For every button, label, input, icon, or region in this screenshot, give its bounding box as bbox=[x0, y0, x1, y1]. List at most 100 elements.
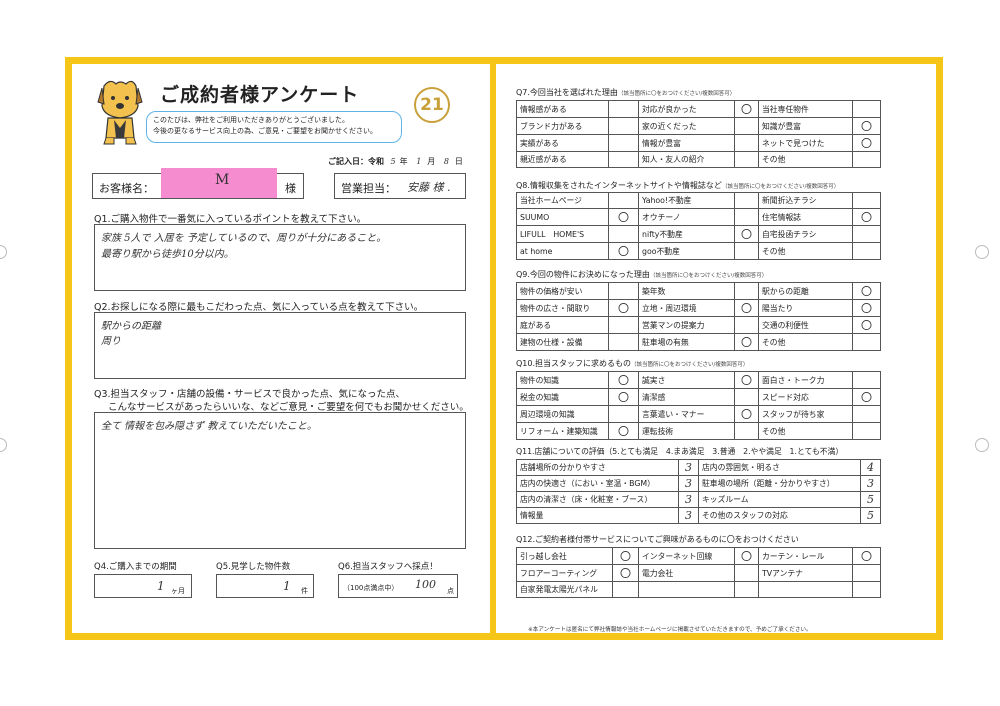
q9-checkbox[interactable]: 〇 bbox=[852, 299, 881, 317]
q9-checkbox[interactable] bbox=[608, 333, 639, 351]
q7-checkbox[interactable] bbox=[608, 117, 639, 135]
q12-checkbox[interactable] bbox=[852, 564, 881, 582]
q12-checkbox[interactable]: 〇 bbox=[612, 547, 639, 565]
q7-checkbox[interactable] bbox=[852, 100, 881, 118]
q10-checkbox[interactable] bbox=[734, 422, 759, 440]
q7-checkbox[interactable] bbox=[608, 134, 639, 152]
q2-answer-line-2: 周り bbox=[101, 336, 121, 347]
sales-staff-field: 営業担当： 安藤 様 . bbox=[334, 173, 466, 199]
q9-checkbox[interactable] bbox=[734, 316, 759, 334]
q7-checkbox[interactable] bbox=[734, 151, 759, 168]
q8-option-label: Yahoo!不動産 bbox=[638, 192, 735, 209]
date-month: 1 bbox=[416, 157, 422, 166]
q3-answer: 全て 情報を包み隠さず 教えていただいたこと。 bbox=[101, 421, 317, 432]
q10-option-label: 税金の知識 bbox=[516, 388, 609, 406]
q11-rating[interactable]: 3 bbox=[678, 459, 699, 476]
q11-row: 店内の快適さ（におい・室温・BGM） 3 駐車場の場所（距離・分かりやすさ） 3 bbox=[516, 475, 881, 492]
q11-rating[interactable]: 4 bbox=[860, 459, 881, 476]
q8-option-label: 新聞折込チラシ bbox=[758, 192, 853, 209]
q9-checkbox[interactable]: 〇 bbox=[608, 299, 639, 317]
q10-checkbox[interactable]: 〇 bbox=[734, 371, 759, 389]
q9-table: 物件の価格が安い 築年数 駅からの距離〇物件の広さ・間取り〇立地・周辺環境〇陽当たり… bbox=[516, 282, 881, 351]
q8-checkbox[interactable]: 〇 bbox=[608, 208, 639, 226]
q12-checkbox[interactable]: 〇 bbox=[734, 547, 759, 565]
q7-checkbox[interactable] bbox=[608, 151, 639, 168]
customer-name-value: M bbox=[215, 172, 230, 188]
q9-checkbox[interactable]: 〇 bbox=[852, 282, 881, 300]
q12-option-label: 引っ越し会社 bbox=[516, 547, 613, 565]
q8-option-label: 住宅情報誌 bbox=[758, 208, 853, 226]
q10-row: 税金の知識〇清潔感 スピード対応〇 bbox=[516, 388, 881, 406]
q11-rating[interactable]: 5 bbox=[860, 491, 881, 508]
q8-checkbox[interactable]: 〇 bbox=[734, 225, 759, 243]
q6-label: Q6.担当スタッフへ採点！ bbox=[338, 562, 438, 572]
q11-rating[interactable]: 3 bbox=[678, 475, 699, 492]
q8-checkbox[interactable] bbox=[852, 225, 881, 243]
q7-option-label: 家の近くだった bbox=[638, 117, 735, 135]
q11-rating[interactable]: 3 bbox=[678, 491, 699, 508]
q9-row: 物件の価格が安い 築年数 駅からの距離〇 bbox=[516, 282, 881, 300]
q8-checkbox[interactable]: 〇 bbox=[852, 208, 881, 226]
q7-option-label: 実績がある bbox=[516, 134, 609, 152]
q10-checkbox[interactable] bbox=[608, 405, 639, 423]
q7-checkbox[interactable]: 〇 bbox=[734, 100, 759, 118]
q9-checkbox[interactable] bbox=[734, 282, 759, 300]
q10-option-label: 運転技術 bbox=[638, 422, 735, 440]
q11-rating[interactable]: 3 bbox=[678, 507, 699, 524]
q8-checkbox[interactable] bbox=[734, 208, 759, 226]
punch-hole bbox=[975, 245, 989, 259]
q8-checkbox[interactable] bbox=[852, 242, 881, 260]
q10-option-label: スタッフが待ち家 bbox=[758, 405, 853, 423]
q9-checkbox[interactable] bbox=[852, 333, 881, 351]
q10-row: リフォーム・建築知識〇運転技術 その他 bbox=[516, 422, 881, 440]
q9-checkbox[interactable] bbox=[608, 316, 639, 334]
q7-row: 実績がある 情報が豊富 ネットで見つけた〇 bbox=[516, 134, 881, 152]
logo-number: 21 bbox=[420, 95, 444, 115]
q12-checkbox[interactable] bbox=[852, 581, 881, 598]
q8-checkbox[interactable] bbox=[608, 225, 639, 243]
q12-checkbox[interactable] bbox=[734, 581, 759, 598]
q10-checkbox[interactable]: 〇 bbox=[852, 388, 881, 406]
q10-checkbox[interactable]: 〇 bbox=[608, 371, 639, 389]
q12-checkbox[interactable]: 〇 bbox=[852, 547, 881, 565]
q7-checkbox[interactable]: 〇 bbox=[852, 134, 881, 152]
q9-checkbox[interactable] bbox=[608, 282, 639, 300]
q10-checkbox[interactable] bbox=[852, 371, 881, 389]
q12-checkbox[interactable] bbox=[612, 581, 639, 598]
q10-checkbox[interactable] bbox=[734, 388, 759, 406]
q7-checkbox[interactable] bbox=[852, 151, 881, 168]
q10-checkbox[interactable]: 〇 bbox=[608, 388, 639, 406]
q5-unit: 件 bbox=[301, 587, 308, 595]
q9-option-label: 陽当たり bbox=[758, 299, 853, 317]
q7-checkbox[interactable]: 〇 bbox=[852, 117, 881, 135]
q11-rating[interactable]: 5 bbox=[860, 507, 881, 524]
q7-checkbox[interactable] bbox=[608, 100, 639, 118]
q7-checkbox[interactable] bbox=[734, 134, 759, 152]
footer-note: ※本アンケートは匿名にて弊社情報誌や当社ホームページに掲載させていただきますので… bbox=[528, 627, 812, 633]
sales-staff-label: 営業担当： bbox=[341, 182, 396, 195]
q12-row: 引っ越し会社〇インターネット回線〇カーテン・レール〇 bbox=[516, 547, 881, 565]
q7-title: Q7.今回当社を選ばれた理由（該当箇所に〇をおつけください/複数回答可） bbox=[516, 87, 735, 98]
q12-checkbox[interactable] bbox=[734, 564, 759, 582]
q11-rating[interactable]: 3 bbox=[860, 475, 881, 492]
q9-checkbox[interactable]: 〇 bbox=[852, 316, 881, 334]
customer-honorific: 様 bbox=[285, 182, 296, 195]
q7-table: 情報感がある 対応が良かった〇当社専任物件 ブランド力がある 家の近くだった 知識が豊富… bbox=[516, 100, 881, 168]
q12-option-label: カーテン・レール bbox=[758, 547, 853, 565]
q9-checkbox[interactable]: 〇 bbox=[734, 299, 759, 317]
q10-checkbox[interactable] bbox=[852, 422, 881, 440]
q4-value: 1 bbox=[157, 579, 165, 593]
q8-checkbox[interactable] bbox=[734, 242, 759, 260]
q7-option-label: 当社専任物件 bbox=[758, 100, 853, 118]
q9-checkbox[interactable]: 〇 bbox=[734, 333, 759, 351]
q1-answer-line-2: 最寄り駅から徒歩10分以内。 bbox=[101, 249, 234, 260]
q10-checkbox[interactable]: 〇 bbox=[734, 405, 759, 423]
q8-checkbox[interactable]: 〇 bbox=[608, 242, 639, 260]
q8-checkbox[interactable] bbox=[734, 192, 759, 209]
q7-checkbox[interactable] bbox=[734, 117, 759, 135]
q10-checkbox[interactable] bbox=[852, 405, 881, 423]
q8-checkbox[interactable] bbox=[608, 192, 639, 209]
q12-checkbox[interactable]: 〇 bbox=[612, 564, 639, 582]
q8-checkbox[interactable] bbox=[852, 192, 881, 209]
q10-checkbox[interactable]: 〇 bbox=[608, 422, 639, 440]
